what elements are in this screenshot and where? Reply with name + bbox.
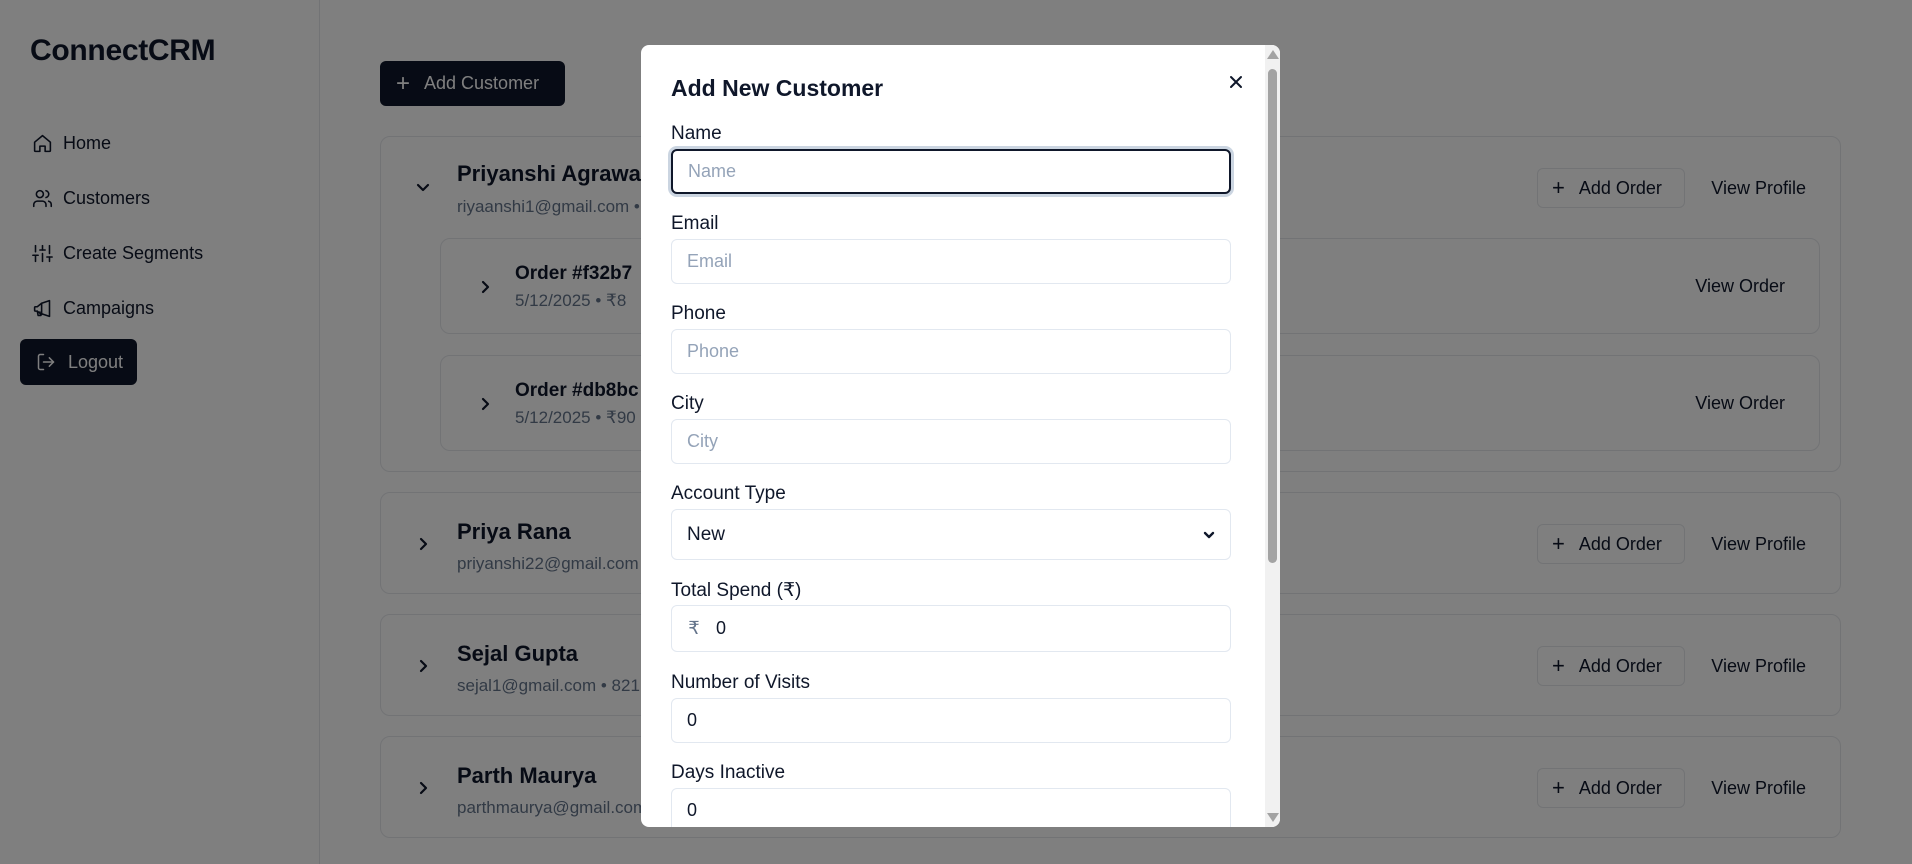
scroll-thumb[interactable]	[1268, 69, 1277, 563]
phone-label: Phone	[671, 303, 726, 324]
account-type-value: New	[687, 523, 726, 545]
visits-input[interactable]	[671, 698, 1231, 743]
add-customer-dialog: Add New Customer Name Email Phone City A…	[641, 45, 1280, 827]
city-input[interactable]	[671, 419, 1231, 464]
dialog-title: Add New Customer	[671, 75, 884, 101]
account-type-select[interactable]: New	[671, 509, 1231, 560]
days-inactive-input[interactable]	[671, 788, 1231, 827]
close-icon	[1230, 76, 1242, 88]
dialog-scrollbar[interactable]	[1265, 45, 1280, 827]
phone-input[interactable]	[671, 329, 1231, 374]
rupee-icon: ₹	[688, 618, 700, 638]
visits-label: Number of Visits	[671, 672, 811, 693]
scroll-up-arrow-icon[interactable]	[1267, 50, 1279, 59]
total-spend-input[interactable]	[708, 606, 1230, 651]
name-input[interactable]	[671, 149, 1231, 194]
close-button[interactable]	[1219, 65, 1253, 99]
scroll-down-arrow-icon[interactable]	[1267, 813, 1279, 822]
chevron-down-icon	[1203, 531, 1215, 538]
name-label: Name	[671, 123, 722, 144]
account-type-label: Account Type	[671, 483, 786, 504]
city-label: City	[671, 393, 704, 414]
total-spend-label: Total Spend (₹)	[671, 580, 802, 601]
email-input[interactable]	[671, 239, 1231, 284]
total-spend-field: ₹	[671, 605, 1231, 652]
days-inactive-label: Days Inactive	[671, 762, 786, 783]
email-label: Email	[671, 213, 719, 234]
